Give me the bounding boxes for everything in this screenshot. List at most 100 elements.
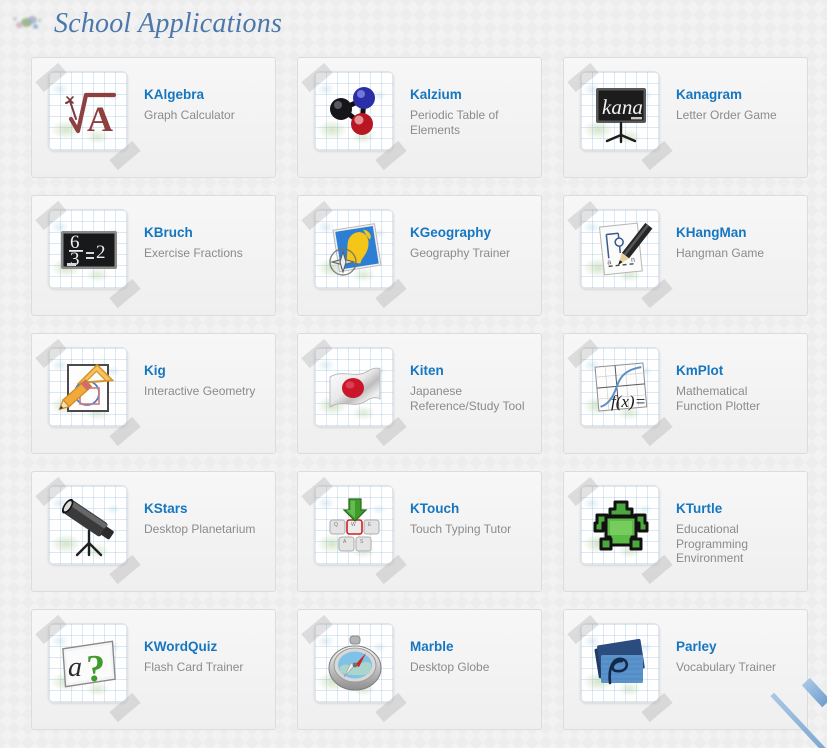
kanagram-blackboard-easel-icon: kana (581, 72, 659, 150)
app-description: Mathematical Function Plotter (676, 384, 761, 413)
svg-text:a: a (68, 652, 82, 683)
grid-paper-tile (314, 209, 394, 289)
app-description: Touch Typing Tutor (410, 522, 512, 536)
grid-paper-tile (314, 623, 394, 703)
app-name[interactable]: KmPlot (676, 363, 796, 379)
app-text: KStars Desktop Planetarium (134, 479, 255, 537)
app-card-marble[interactable]: Marble Desktop Globe (297, 609, 542, 730)
grid-paper-tile (580, 485, 660, 565)
grid-paper-tile: Q W E A S (314, 485, 394, 565)
kturtle-green-turtle-icon (581, 486, 659, 564)
app-card-kalzium[interactable]: Kalzium Periodic Table of Elements (297, 57, 542, 178)
app-text: Kiten Japanese Reference/Study Tool (400, 341, 530, 413)
app-card-kmplot[interactable]: f(x)= KmPlot Mathematical Function Plotte… (563, 333, 808, 454)
app-name[interactable]: KBruch (144, 225, 243, 241)
app-text: KBruch Exercise Fractions (134, 203, 243, 261)
app-card-kig[interactable]: Kig Interactive Geometry (31, 333, 276, 454)
svg-text:kana: kana (602, 95, 643, 119)
kalgebra-radical-a-icon: A (49, 72, 127, 150)
app-text: KTouch Touch Typing Tutor (400, 479, 511, 537)
grid-paper-tile (314, 347, 394, 427)
kbruch-blackboard-fraction-icon: 632 (49, 210, 127, 288)
svg-text:3: 3 (70, 249, 80, 270)
page-title: School Applications (54, 8, 283, 39)
app-card-kbruch[interactable]: 632 KBruch Exercise Fractions (31, 195, 276, 316)
grid-paper-tile: f(x)= (580, 347, 660, 427)
grid-paper-tile: A (48, 71, 128, 151)
app-icon-note: kana (567, 62, 673, 171)
app-name[interactable]: KStars (144, 501, 255, 517)
app-card-kalgebra[interactable]: A KAlgebra Graph Calculator (31, 57, 276, 178)
grid-paper-tile (580, 623, 660, 703)
grid-paper-tile (314, 71, 394, 151)
app-card-kwordquiz[interactable]: a ? KWordQuiz Flash Card Trainer (31, 609, 276, 730)
app-name[interactable]: KTurtle (676, 501, 796, 517)
app-icon-note (35, 338, 141, 447)
parley-cards-icon (581, 624, 659, 702)
app-card-kturtle[interactable]: KTurtle Educational Programming Environme… (563, 471, 808, 592)
app-name[interactable]: KTouch (410, 501, 511, 517)
app-icon-note (301, 338, 407, 447)
ktouch-keyboard-keys-icon: Q W E A S (315, 486, 393, 564)
app-text: KGeography Geography Trainer (400, 203, 510, 261)
app-text: Kanagram Letter Order Game (666, 65, 777, 123)
app-icon-note (35, 476, 141, 585)
app-text: KHangMan Hangman Game (666, 203, 764, 261)
app-name[interactable]: Kanagram (676, 87, 777, 103)
app-description: Desktop Planetarium (144, 522, 256, 536)
app-icon-note (301, 614, 407, 723)
app-name[interactable]: Parley (676, 639, 776, 655)
app-name[interactable]: KHangMan (676, 225, 764, 241)
kgeography-map-compass-icon (315, 210, 393, 288)
app-text: KWordQuiz Flash Card Trainer (134, 617, 243, 675)
app-text: Kalzium Periodic Table of Elements (400, 65, 530, 137)
application-grid: A KAlgebra Graph Calculator Kalzium Period… (0, 48, 827, 730)
app-text: KmPlot Mathematical Function Plotter (666, 341, 796, 413)
app-name[interactable]: Kig (144, 363, 255, 379)
kmplot-function-graph-icon: f(x)= (581, 348, 659, 426)
app-name[interactable]: KGeography (410, 225, 510, 241)
app-description: Japanese Reference/Study Tool (410, 384, 525, 413)
kig-pencil-ruler-icon (49, 348, 127, 426)
app-icon-note (301, 62, 407, 171)
kwordquiz-flashcard-icon: a ? (49, 624, 127, 702)
grid-paper-tile: a n (580, 209, 660, 289)
app-icon-note: 632 (35, 200, 141, 309)
app-card-kgeography[interactable]: KGeography Geography Trainer (297, 195, 542, 316)
app-text: Parley Vocabulary Trainer (666, 617, 776, 675)
app-card-kstars[interactable]: KStars Desktop Planetarium (31, 471, 276, 592)
app-name[interactable]: Kalzium (410, 87, 530, 103)
svg-text:?: ? (86, 648, 105, 690)
app-card-kanagram[interactable]: kana Kanagram Letter Order Game (563, 57, 808, 178)
grid-paper-tile: kana (580, 71, 660, 151)
app-card-khangman[interactable]: a n KHangMan Hangman Game (563, 195, 808, 316)
kalzium-molecule-icon (315, 72, 393, 150)
svg-text:Q: Q (334, 522, 338, 528)
app-name[interactable]: KWordQuiz (144, 639, 243, 655)
app-icon-note: a ? (35, 614, 141, 723)
app-icon-note (567, 614, 673, 723)
kstars-telescope-icon (49, 486, 127, 564)
app-description: Exercise Fractions (144, 246, 243, 260)
kiten-japanese-flag-icon (315, 348, 393, 426)
app-name[interactable]: Marble (410, 639, 489, 655)
app-description: Educational Programming Environment (676, 522, 749, 565)
app-description: Periodic Table of Elements (410, 108, 499, 137)
app-description: Desktop Globe (410, 660, 490, 674)
app-text: KAlgebra Graph Calculator (134, 65, 235, 123)
app-description: Letter Order Game (676, 108, 777, 122)
app-icon-note (567, 476, 673, 585)
app-icon-note: f(x)= (567, 338, 673, 447)
app-description: Vocabulary Trainer (676, 660, 777, 674)
app-text: Marble Desktop Globe (400, 617, 489, 675)
app-name[interactable]: Kiten (410, 363, 530, 379)
svg-text:W: W (351, 522, 356, 528)
app-card-parley[interactable]: Parley Vocabulary Trainer (563, 609, 808, 730)
app-card-ktouch[interactable]: Q W E A S KTouch Touch Typing Tutor (297, 471, 542, 592)
grid-paper-tile: a ? (48, 623, 128, 703)
app-text: Kig Interactive Geometry (134, 341, 255, 399)
app-card-kiten[interactable]: Kiten Japanese Reference/Study Tool (297, 333, 542, 454)
grid-paper-tile: 632 (48, 209, 128, 289)
app-description: Graph Calculator (144, 108, 235, 122)
app-name[interactable]: KAlgebra (144, 87, 235, 103)
